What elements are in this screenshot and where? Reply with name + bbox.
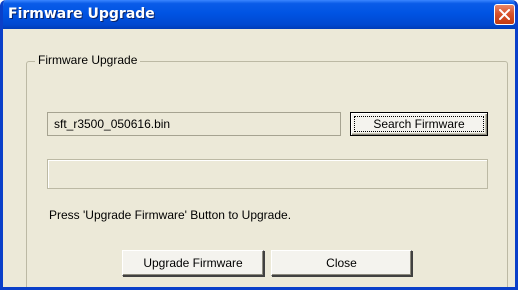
- close-icon: [499, 9, 510, 20]
- firmware-upgrade-dialog: Firmware Upgrade Firmware Upgrade sft_r3…: [0, 0, 518, 290]
- status-message: Press 'Upgrade Firmware' Button to Upgra…: [49, 208, 292, 222]
- firmware-group-box: Firmware Upgrade sft_r3500_050616.bin Se…: [26, 53, 508, 287]
- title-bar[interactable]: Firmware Upgrade: [3, 0, 515, 29]
- close-button-label: Close: [326, 256, 357, 270]
- firmware-file-field[interactable]: sft_r3500_050616.bin: [47, 112, 341, 136]
- upgrade-firmware-label: Upgrade Firmware: [143, 256, 243, 270]
- upgrade-firmware-button[interactable]: Upgrade Firmware: [122, 250, 264, 276]
- window-title: Firmware Upgrade: [8, 6, 155, 22]
- close-button[interactable]: Close: [271, 250, 412, 276]
- window-close-button[interactable]: [494, 4, 515, 25]
- search-firmware-button[interactable]: Search Firmware: [350, 112, 488, 136]
- upgrade-progress-bar: [47, 159, 488, 189]
- group-box-label: Firmware Upgrade: [35, 53, 141, 67]
- dialog-body: Firmware Upgrade sft_r3500_050616.bin Se…: [3, 29, 515, 287]
- search-firmware-label: Search Firmware: [373, 117, 465, 131]
